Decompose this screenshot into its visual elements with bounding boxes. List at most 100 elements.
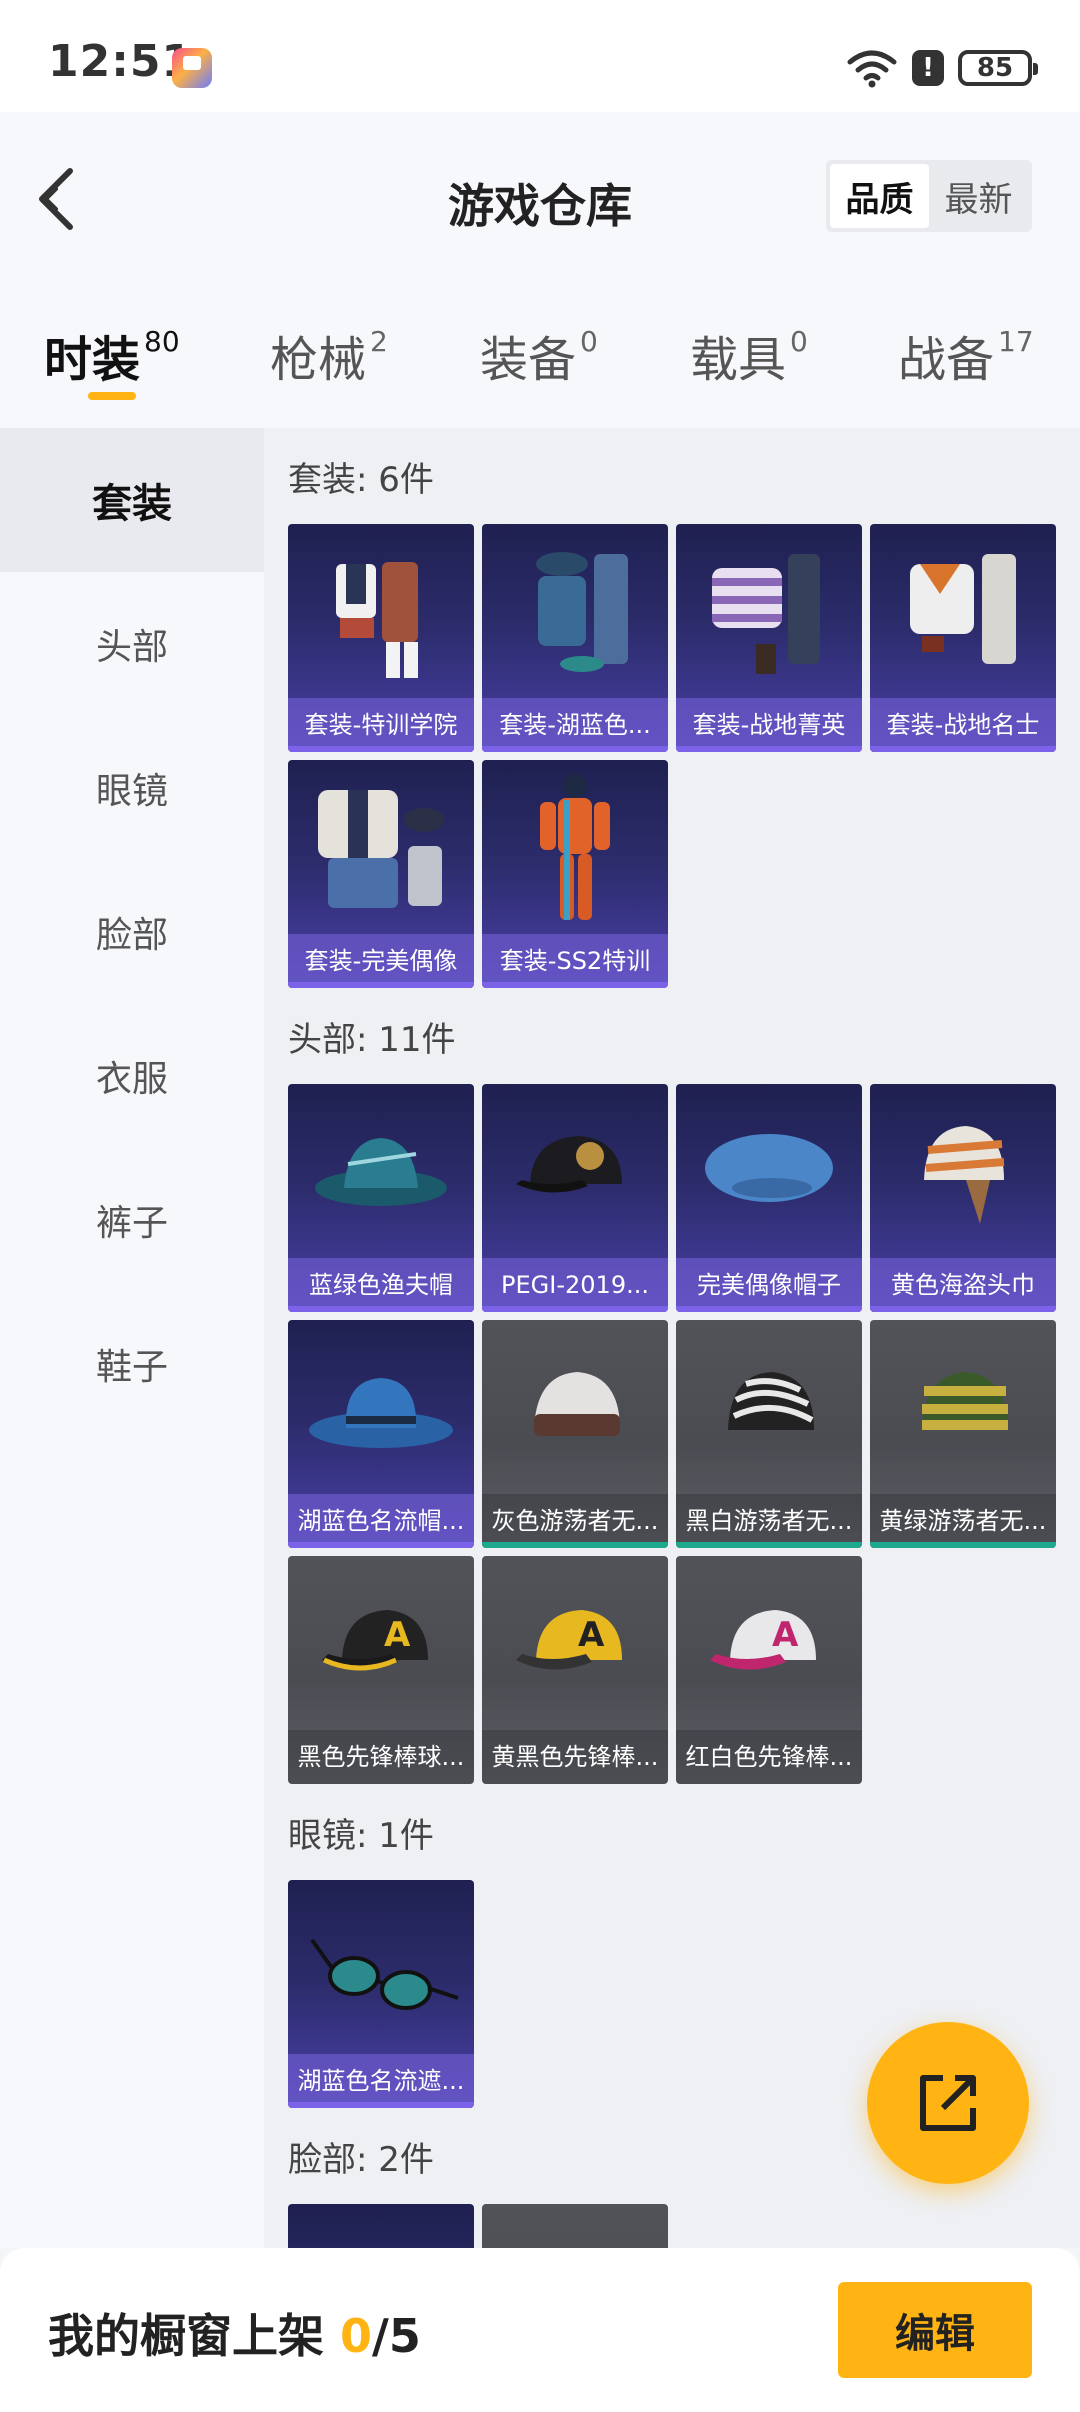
rarity-bar (288, 1306, 474, 1312)
tab-label: 载具 (690, 332, 787, 388)
section-title-suits: 套装: 6件 (288, 460, 434, 500)
rarity-bar (288, 2102, 474, 2108)
showcase-bar: 我的橱窗上架 0/5 编辑 (0, 2248, 1080, 2412)
rarity-bar (870, 746, 1056, 752)
item-label: 套装-完美偶像 (288, 934, 474, 988)
tab-vehicles[interactable]: 载具 0 (690, 320, 808, 390)
sidebar: 套装 头部 眼镜 脸部 衣服 裤子 鞋子 (0, 428, 264, 2248)
item-label: 套装-SS2特训 (482, 934, 668, 988)
item-card[interactable]: 蓝绿色渔夫帽 (288, 1084, 474, 1312)
rarity-bar (288, 746, 474, 752)
suit-outfit-icon (536, 552, 628, 672)
tab-count: 0 (580, 325, 598, 358)
item-card[interactable]: A 黑色先锋棒球... (288, 1556, 474, 1784)
suit-outfit-icon (910, 554, 1016, 664)
showcase-total: /5 (372, 2309, 421, 2363)
item-card[interactable]: 套装-SS2特训 (482, 760, 668, 988)
battery-icon: 85 (958, 50, 1038, 86)
item-label: 蓝绿色渔夫帽 (288, 1258, 474, 1312)
sidebar-item-clothes[interactable]: 衣服 (0, 1004, 264, 1148)
bucket-hat-icon (315, 1138, 447, 1206)
tab-fashion[interactable]: 时装 80 (44, 320, 180, 390)
section-title-face: 脸部: 2件 (288, 2140, 434, 2180)
rarity-bar (870, 1542, 1056, 1548)
tab-count: 2 (370, 325, 388, 358)
item-label: 黑色先锋棒球... (288, 1730, 474, 1784)
status-icons: ! 85 (846, 46, 1038, 90)
item-card[interactable]: 套装-战地名士 (870, 524, 1056, 752)
item-label: 湖蓝色名流帽... (288, 1494, 474, 1548)
tab-count: 0 (790, 325, 808, 358)
rarity-bar (288, 1542, 474, 1548)
item-card[interactable]: 黄绿游荡者无... (870, 1320, 1056, 1548)
showcase-status: 我的橱窗上架 0/5 (48, 2300, 421, 2366)
section-title-head: 头部: 11件 (288, 1020, 456, 1060)
header: 游戏仓库 品质 最新 (0, 112, 1080, 282)
item-card[interactable]: 套装-完美偶像 (288, 760, 474, 988)
tab-label: 枪械 (270, 332, 367, 388)
item-card[interactable]: 完美偶像帽子 (676, 1084, 862, 1312)
bandana-icon (924, 1126, 1005, 1224)
sidebar-item-head[interactable]: 头部 (0, 572, 264, 716)
beret-icon (705, 1134, 833, 1202)
share-button[interactable] (867, 2022, 1029, 2184)
tab-indicator (88, 392, 136, 400)
item-card[interactable]: A 黄黑色先锋棒... (482, 1556, 668, 1784)
item-label: 红白色先锋棒... (676, 1730, 862, 1784)
sort-toggle: 品质 最新 (826, 160, 1032, 232)
item-card[interactable]: 灰色游荡者无... (482, 1320, 668, 1548)
item-label: 黄绿游荡者无... (870, 1494, 1056, 1548)
beanie-icon (728, 1372, 814, 1430)
item-label: 套装-特训学院 (288, 698, 474, 752)
item-label: 湖蓝色名流遮... (288, 2054, 474, 2108)
status-bar: 12:51 ! 85 (0, 0, 1080, 112)
baseball-cap-icon: A (516, 1610, 622, 1670)
tab-count: 80 (144, 325, 180, 358)
alert-icon: ! (912, 50, 944, 86)
svg-text:A: A (772, 1615, 799, 1655)
sidebar-item-glasses[interactable]: 眼镜 (0, 716, 264, 860)
item-label: 套装-湖蓝色... (482, 698, 668, 752)
showcase-count: 0 (340, 2309, 373, 2363)
edit-button[interactable]: 编辑 (838, 2282, 1032, 2378)
tab-label: 战备 (898, 332, 995, 388)
fedora-hat-icon (309, 1378, 453, 1448)
suit-outfit-icon (336, 562, 418, 678)
sidebar-item-suits[interactable]: 套装 (0, 428, 264, 572)
tab-label: 时装 (44, 332, 141, 388)
app-notification-icon (172, 48, 212, 88)
item-card[interactable]: 湖蓝色名流遮... (288, 1880, 474, 2108)
item-card[interactable] (482, 2204, 668, 2248)
item-card[interactable] (288, 2204, 474, 2248)
item-card[interactable]: 黄色海盗头巾 (870, 1084, 1056, 1312)
item-card[interactable]: PEGI-2019... (482, 1084, 668, 1312)
sidebar-item-shoes[interactable]: 鞋子 (0, 1292, 264, 1436)
beanie-icon (534, 1372, 620, 1436)
game-warehouse-screen: 12:51 ! 85 游戏仓库 品质 最新 时装 80 枪械 2 装备 0 载具… (0, 0, 1080, 2412)
section-title-glasses: 眼镜: 1件 (288, 1816, 434, 1856)
item-card[interactable]: 湖蓝色名流帽... (288, 1320, 474, 1548)
item-label: 灰色游荡者无... (482, 1494, 668, 1548)
suit-outfit-icon (540, 774, 610, 920)
item-card[interactable]: 套装-特训学院 (288, 524, 474, 752)
sort-option-quality[interactable]: 品质 (830, 164, 929, 228)
sidebar-item-pants[interactable]: 裤子 (0, 1148, 264, 1292)
item-card[interactable]: 黑白游荡者无... (676, 1320, 862, 1548)
tab-guns[interactable]: 枪械 2 (270, 320, 388, 390)
sunglasses-icon (310, 1938, 459, 2010)
item-label: 完美偶像帽子 (676, 1258, 862, 1312)
item-card[interactable]: A 红白色先锋棒... (676, 1556, 862, 1784)
tab-equipment[interactable]: 装备 0 (480, 320, 598, 390)
item-label: 套装-战地菁英 (676, 698, 862, 752)
beanie-icon (922, 1372, 1008, 1430)
item-card[interactable]: 套装-战地菁英 (676, 524, 862, 752)
rarity-bar (288, 982, 474, 988)
item-label: 黄色海盗头巾 (870, 1258, 1056, 1312)
item-card[interactable]: 套装-湖蓝色... (482, 524, 668, 752)
sort-option-newest[interactable]: 最新 (929, 164, 1028, 228)
sidebar-item-face[interactable]: 脸部 (0, 860, 264, 1004)
tab-supplies[interactable]: 战备 17 (898, 320, 1034, 390)
showcase-label: 我的橱窗上架 (48, 2309, 341, 2363)
tab-count: 17 (998, 325, 1034, 358)
rarity-bar (482, 746, 668, 752)
